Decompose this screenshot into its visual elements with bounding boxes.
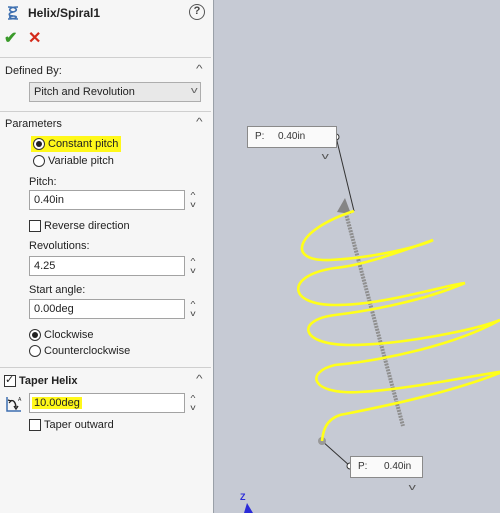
helix-axis — [343, 209, 405, 427]
chevron-down-icon[interactable]: v — [322, 151, 329, 161]
pitch-callout-bottom[interactable]: P: 0.40in — [350, 456, 423, 478]
divider — [0, 111, 211, 112]
taper-outward-checkbox[interactable]: Taper outward — [29, 418, 114, 432]
defined-by-dropdown[interactable]: Pitch and Revolution v — [29, 82, 201, 102]
callout-value: 0.40in — [278, 131, 306, 142]
variable-pitch-label: Variable pitch — [48, 155, 114, 167]
svg-text:A: A — [18, 397, 22, 403]
taper-angle-icon: A — [6, 397, 22, 412]
chevron-down-icon: v — [190, 85, 198, 95]
pitch-label: Pitch: — [29, 176, 57, 188]
reverse-direction-checkbox[interactable]: Reverse direction — [29, 219, 130, 233]
variable-pitch-radio[interactable]: Variable pitch — [33, 153, 114, 169]
parameters-title: Parameters — [5, 118, 62, 130]
collapse-taper-icon[interactable]: ^ — [196, 374, 203, 385]
taper-outward-label: Taper outward — [44, 419, 114, 431]
pitch-spinner[interactable]: ^ v — [187, 191, 200, 211]
taper-helix-title: Taper Helix — [19, 375, 78, 387]
revolutions-label: Revolutions: — [29, 240, 90, 252]
revolutions-input[interactable]: 4.25 — [29, 256, 185, 276]
divider — [0, 57, 211, 58]
radio-unselected — [29, 345, 41, 357]
helix-preview — [296, 133, 500, 470]
reverse-direction-label: Reverse direction — [44, 220, 130, 232]
taper-angle-input[interactable]: 10.00deg — [29, 393, 185, 413]
checkbox-unchecked — [29, 220, 41, 232]
defined-by-value: Pitch and Revolution — [34, 86, 135, 98]
start-angle-input[interactable]: 0.00deg — [29, 299, 185, 319]
radio-selected — [29, 329, 41, 341]
ok-button[interactable]: ✔ — [4, 28, 17, 48]
collapse-defined-by-icon[interactable]: ^ — [196, 64, 203, 75]
leader-line-bottom — [321, 440, 351, 467]
divider — [0, 367, 211, 368]
triad-z-axis-label: Z — [240, 492, 246, 502]
pitch-callout-top[interactable]: P: 0.40in — [247, 126, 337, 148]
triad-arrow-icon — [244, 503, 253, 513]
taper-helix-checkbox[interactable]: Taper Helix — [4, 373, 78, 388]
callout-label: P: — [255, 131, 265, 142]
pitch-input[interactable]: 0.40in — [29, 190, 185, 210]
chevron-down-icon[interactable]: v — [409, 482, 416, 492]
helix-icon — [7, 6, 19, 20]
checkbox-checked — [4, 373, 16, 387]
revolutions-value: 4.25 — [34, 260, 56, 272]
property-manager: Helix/Spiral1 ? ✔ ✕ Defined By: ^ Pitch … — [0, 0, 214, 513]
help-icon[interactable]: ? — [189, 4, 205, 20]
counterclockwise-label: Counterclockwise — [44, 345, 131, 357]
checkbox-unchecked — [29, 419, 41, 431]
defined-by-title: Defined By: — [5, 65, 62, 77]
radio-unselected — [33, 155, 45, 167]
radio-selected — [33, 138, 45, 150]
constant-pitch-radio[interactable]: Constant pitch — [31, 136, 122, 152]
start-angle-value: 0.00deg — [34, 303, 74, 315]
start-angle-label: Start angle: — [29, 284, 86, 296]
constant-pitch-label: Constant pitch — [48, 138, 119, 150]
pitch-value: 0.40in — [34, 194, 64, 206]
counterclockwise-radio[interactable]: Counterclockwise — [29, 343, 130, 359]
collapse-parameters-icon[interactable]: ^ — [196, 117, 203, 128]
cancel-button[interactable]: ✕ — [28, 28, 41, 48]
taper-angle-value: 10.00deg — [32, 397, 82, 409]
clockwise-radio[interactable]: Clockwise — [29, 327, 94, 343]
revolutions-spinner[interactable]: ^ v — [187, 257, 200, 277]
start-angle-spinner[interactable]: ^ v — [187, 300, 200, 320]
taper-angle-spinner[interactable]: ^ v — [187, 394, 200, 414]
feature-title: Helix/Spiral1 — [28, 6, 101, 20]
title-bar: Helix/Spiral1 ? — [0, 0, 214, 26]
graphics-viewport[interactable]: P: 0.40in v P: 0.40in v — [215, 0, 500, 513]
callout-value: 0.40in — [384, 461, 412, 472]
clockwise-label: Clockwise — [44, 329, 94, 341]
helix-curve — [296, 209, 500, 442]
callout-label: P: — [358, 461, 368, 472]
